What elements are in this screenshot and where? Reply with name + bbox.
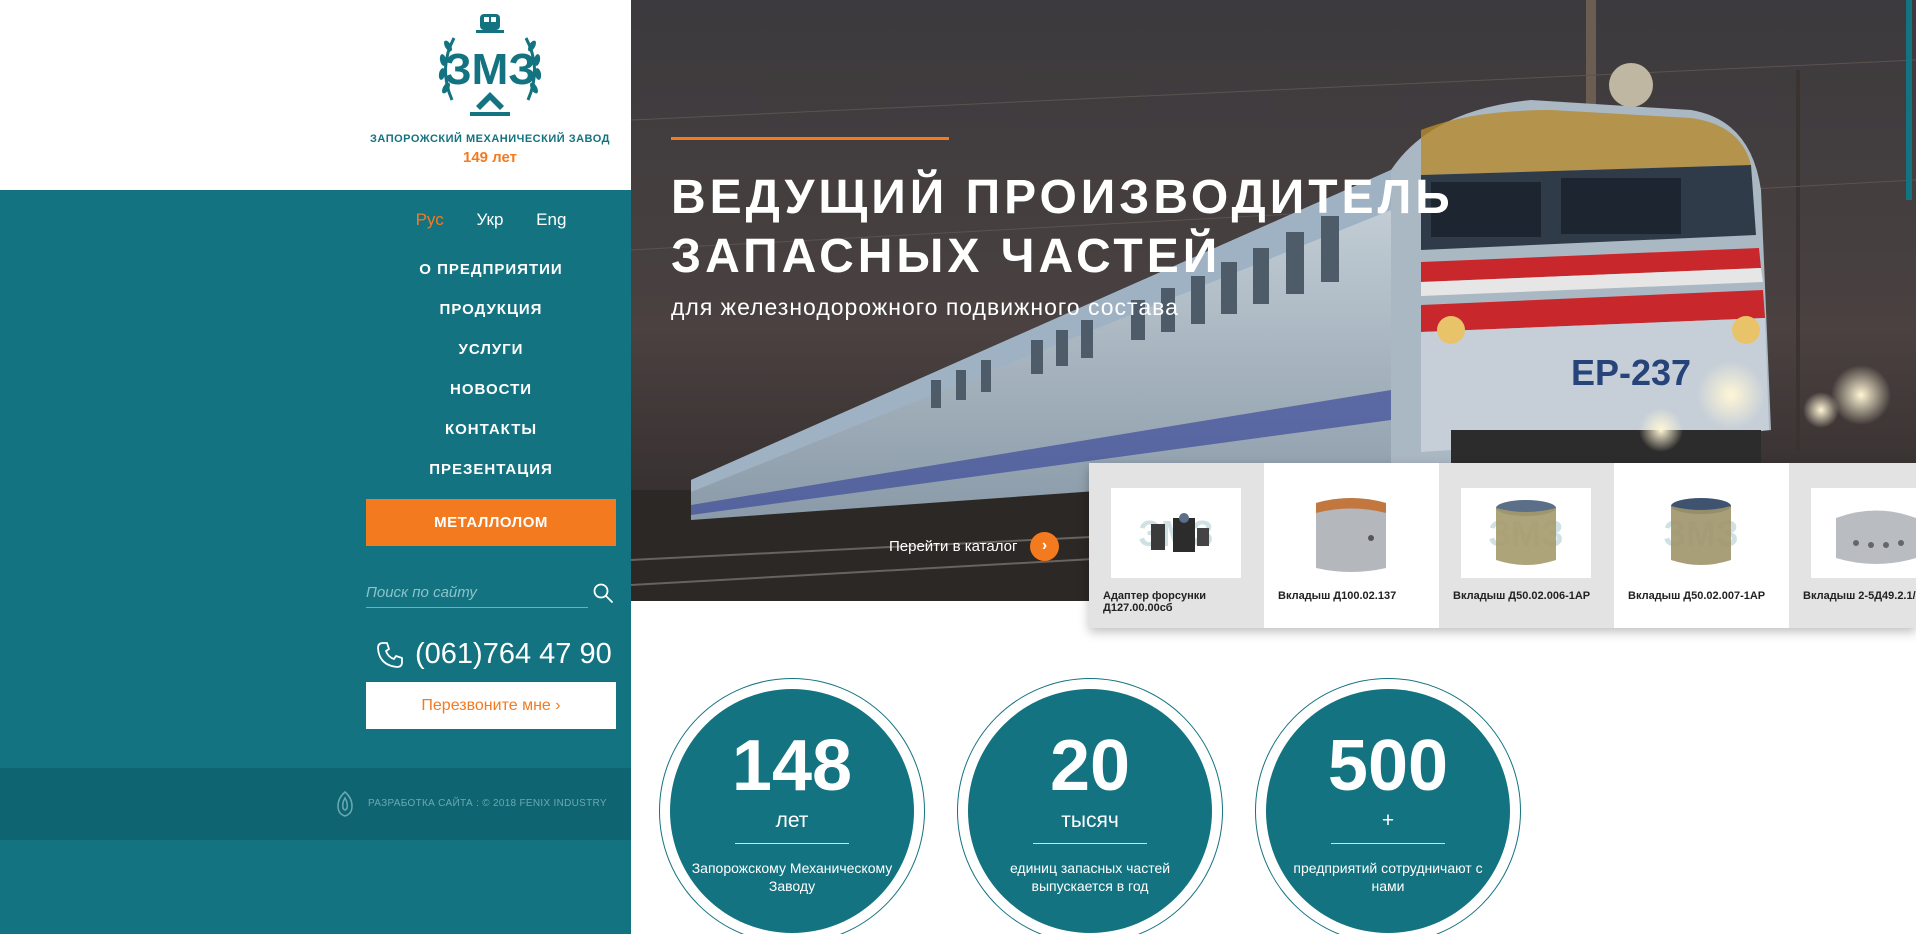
product-image	[1286, 488, 1416, 578]
product-image: ЗМЗ	[1636, 488, 1766, 578]
product-label: Вкладыш Д100.02.137	[1278, 590, 1397, 602]
nav-item-news[interactable]: НОВОСТИ	[366, 370, 616, 410]
stat-number: 500	[1327, 726, 1449, 806]
lang-ru[interactable]: Рус	[416, 210, 444, 230]
callback-button[interactable]: Перезвоните мне ›	[366, 682, 616, 729]
lang-en[interactable]: Eng	[536, 210, 566, 230]
stat-partners: 500 + предприятий сотрудничают с нами	[1255, 678, 1521, 934]
language-switcher: Рус Укр Eng	[366, 210, 616, 230]
stat-unit: +	[1381, 809, 1395, 832]
train-number: ЕР-237	[1571, 352, 1691, 393]
scrap-metal-button[interactable]: МЕТАЛЛОЛОМ	[366, 499, 616, 546]
hero-subtitle: для железнодорожного подвижного состава	[671, 294, 1179, 320]
search-input[interactable]	[366, 578, 588, 608]
stat-description: единиц запасных частей выпускается в год	[1009, 860, 1171, 894]
company-name: ЗАПОРОЖСКИЙ МЕХАНИЧЕСКИЙ ЗАВОД	[370, 133, 610, 145]
fenix-logo-icon[interactable]	[334, 790, 356, 818]
product-image: ЗМЗ	[1811, 488, 1916, 578]
nav-item-services[interactable]: УСЛУГИ	[366, 330, 616, 370]
product-label: Вкладыш Д50.02.006-1АР	[1453, 590, 1591, 602]
phone-block: (061)764 47 90	[375, 636, 625, 676]
stat-number: 20	[1049, 726, 1131, 806]
train-emblem-icon: ЗМЗ	[438, 14, 542, 116]
nav-item-presentation[interactable]: ПРЕЗЕНТАЦИЯ	[366, 450, 616, 490]
product-image: ЗМЗ	[1461, 488, 1591, 578]
stat-unit: лет	[775, 809, 809, 832]
search-icon[interactable]	[592, 582, 614, 604]
hero-title: ВЕДУЩИЙ ПРОИЗВОДИТЕЛЬ ЗАПАСНЫХ ЧАСТЕЙ	[671, 171, 1454, 283]
stat-number: 148	[731, 726, 853, 806]
logo-area[interactable]: ЗМЗ ЗАПОРОЖСКИЙ МЕХАНИЧЕСКИЙ ЗАВОД 149 л…	[0, 0, 631, 190]
phone-icon	[377, 642, 403, 668]
stat-parts: 20 тысяч единиц запасных частей выпускае…	[957, 678, 1223, 934]
stat-years: 148 лет Запорожскому Механическому Завод…	[659, 678, 925, 934]
logo-mark: ЗМЗ	[444, 45, 536, 94]
stat-divider	[735, 843, 849, 844]
product-label: Вкладыш Д50.02.007-1АР	[1628, 590, 1766, 602]
site-search	[366, 578, 616, 608]
sidebar-footer: РАЗРАБОТКА САЙТА : © 2018 FENIX INDUSTRY	[0, 768, 631, 840]
company-years: 149 лет	[462, 149, 518, 166]
stat-unit: тысяч	[1061, 809, 1119, 832]
nav-item-products[interactable]: ПРОДУКЦИЯ	[366, 290, 616, 330]
product-card[interactable]: ЗМЗ Адаптер форсунки Д127.00.00сб	[1089, 463, 1264, 628]
hero-scroll-indicator	[1906, 0, 1912, 200]
stat-description: предприятий сотрудничают с нами	[1293, 860, 1483, 894]
sidebar: ЗМЗ ЗАПОРОЖСКИЙ МЕХАНИЧЕСКИЙ ЗАВОД 149 л…	[0, 0, 631, 934]
chevron-right-icon[interactable]: ›	[1030, 532, 1059, 561]
nav-item-about[interactable]: О ПРЕДПРИЯТИИ	[366, 250, 616, 290]
product-label: Вкладыш 2-5Д49.2.1/2.2СБ	[1803, 590, 1916, 602]
product-card[interactable]: ЗМЗ Вкладыш 2-5Д49.2.1/2.2СБ	[1789, 463, 1916, 628]
stat-divider	[1331, 843, 1445, 844]
catalog-link-label[interactable]: Перейти в каталог	[889, 538, 1017, 555]
stat-divider	[1033, 843, 1147, 844]
lang-ua[interactable]: Укр	[476, 210, 503, 230]
product-image: ЗМЗ	[1111, 488, 1241, 578]
page: ЗМЗ ЗАПОРОЖСКИЙ МЕХАНИЧЕСКИЙ ЗАВОД 149 л…	[0, 0, 1916, 934]
phone-number[interactable]: (061)764 47 90	[415, 638, 612, 671]
nav-item-contacts[interactable]: КОНТАКТЫ	[366, 410, 616, 450]
product-card[interactable]: Вкладыш Д100.02.137	[1264, 463, 1439, 628]
product-card[interactable]: ЗМЗ Вкладыш Д50.02.006-1АР	[1439, 463, 1614, 628]
stat-description: Запорожскому Механическому Заводу	[691, 860, 893, 894]
products-carousel: ЗМЗ Адаптер форсунки Д127.00.00сб Вклады…	[1089, 463, 1916, 628]
developer-credit[interactable]: РАЗРАБОТКА САЙТА : © 2018 FENIX INDUSTRY	[368, 798, 607, 809]
main-nav: О ПРЕДПРИЯТИИ ПРОДУКЦИЯ УСЛУГИ НОВОСТИ К…	[366, 250, 616, 490]
product-label: Адаптер форсунки Д127.00.00сб	[1103, 590, 1207, 614]
product-card[interactable]: ЗМЗ Вкладыш Д50.02.007-1АР	[1614, 463, 1789, 628]
hero-accent-line	[671, 137, 949, 140]
